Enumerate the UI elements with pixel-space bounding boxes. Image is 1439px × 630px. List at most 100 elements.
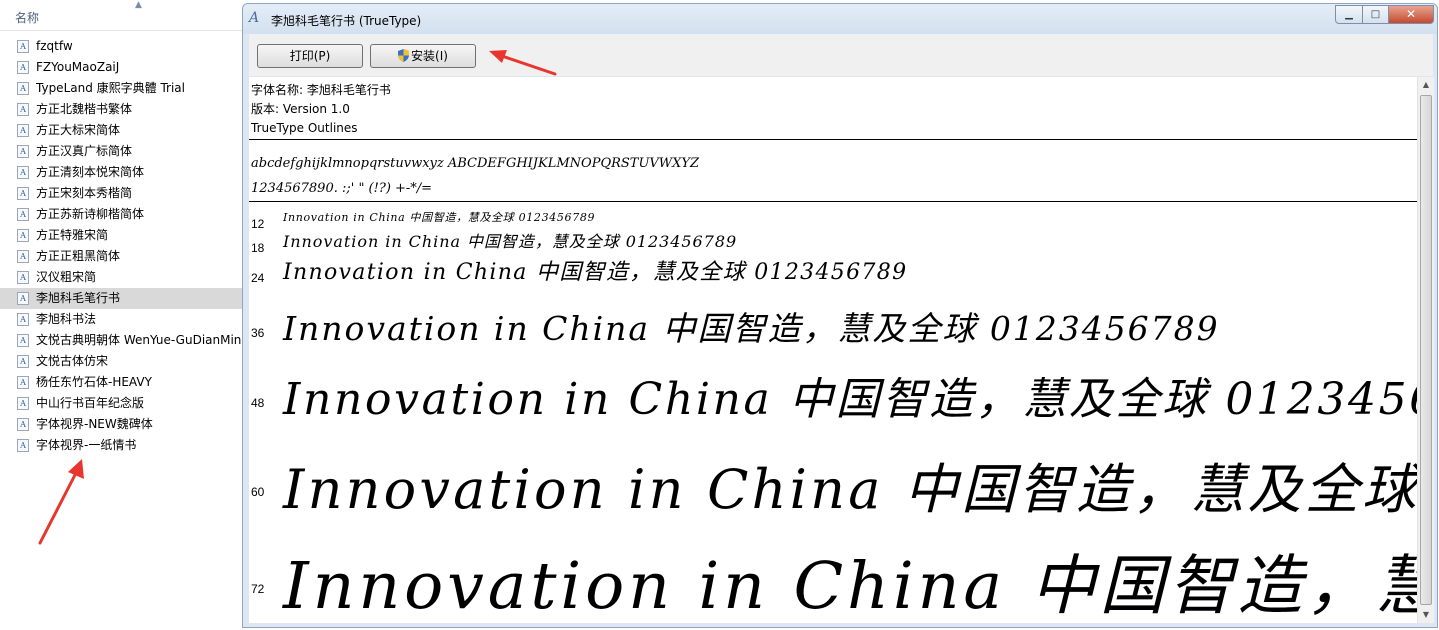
- charset-letters: abcdefghijklmnopqrstuvwxyz ABCDEFGHIJKLM…: [251, 156, 700, 171]
- font-file-icon: A: [17, 124, 29, 137]
- maximize-icon: □: [1370, 9, 1381, 20]
- font-file-name: 方正大标宋简体: [36, 123, 121, 137]
- font-file-icon: A: [17, 376, 29, 389]
- font-file-name: 方正清刻本悦宋简体: [36, 165, 145, 179]
- sample-size-label: 36: [251, 326, 265, 340]
- uac-shield-icon: [398, 49, 410, 62]
- scroll-down-icon[interactable]: ▼: [1418, 607, 1434, 623]
- font-app-icon: A: [249, 10, 260, 26]
- font-file-icon: A: [17, 271, 29, 284]
- font-file-item[interactable]: A 汉仪粗宋简: [0, 267, 244, 288]
- font-file-name: 字体视界-NEW魏碑体: [36, 417, 153, 431]
- font-name-line: 字体名称: 李旭科毛笔行书: [251, 83, 391, 97]
- window-title: 李旭科毛笔行书 (TrueType): [271, 14, 422, 28]
- font-file-icon: A: [17, 439, 29, 452]
- font-preview-pane: 字体名称: 李旭科毛笔行书 版本: Version 1.0 TrueType O…: [249, 77, 1417, 623]
- font-file-icon: A: [17, 355, 29, 368]
- vertical-scrollbar[interactable]: ▲ ▼: [1417, 77, 1434, 623]
- font-file-icon: A: [17, 292, 29, 305]
- font-file-item[interactable]: Afzqtfw: [0, 36, 244, 57]
- size-sample-row: 36 Innovation in China 中国智造，慧及全球 01234567…: [249, 299, 1417, 359]
- font-file-name: 方正正粗黑简体: [36, 249, 121, 263]
- font-file-icon: A: [17, 187, 29, 200]
- scroll-up-icon[interactable]: ▲: [1418, 77, 1434, 93]
- font-file-item[interactable]: A 文悦古典明朝体 WenYue-GuDianMing: [0, 330, 244, 351]
- font-file-item[interactable]: A TypeLand 康熙字典體 Trial: [0, 78, 244, 99]
- sample-size-label: 24: [251, 271, 265, 285]
- font-file-item[interactable]: A 字体视界-NEW魏碑体: [0, 414, 244, 435]
- font-file-name: 方正北魏楷书繁体: [36, 102, 133, 116]
- font-file-item[interactable]: A 方正汉真广标简体: [0, 141, 244, 162]
- font-file-item[interactable]: A 方正北魏楷书繁体: [0, 99, 244, 120]
- sample-text: Innovation in China 中国智造，慧及全球 0123456789: [283, 549, 1417, 623]
- sample-size-label: 48: [251, 396, 265, 410]
- minimize-icon: ▁: [1345, 9, 1353, 20]
- minimize-button[interactable]: ▁: [1335, 5, 1363, 24]
- column-header-label: 名称: [15, 11, 40, 25]
- font-file-name: 字体视界-一纸情书: [36, 438, 137, 452]
- install-button[interactable]: 安装(I): [370, 44, 476, 68]
- font-file-name: 文悦古典明朝体 WenYue-GuDianMing: [36, 333, 244, 347]
- font-info: 字体名称: 李旭科毛笔行书 版本: Version 1.0 TrueType O…: [251, 81, 391, 138]
- print-button[interactable]: 打印(P): [257, 44, 363, 68]
- font-file-icon: A: [17, 82, 29, 95]
- font-file-item[interactable]: A 文悦古体仿宋: [0, 351, 244, 372]
- font-file-name: 方正苏新诗柳楷简体: [36, 207, 145, 221]
- font-file-name: 杨任东竹石体-HEAVY: [36, 375, 152, 389]
- sort-up-icon: ▲: [135, 0, 142, 10]
- font-file-icon: A: [17, 166, 29, 179]
- font-file-name: FZYouMaoZaiJ: [36, 60, 120, 74]
- sample-size-label: 72: [251, 582, 265, 596]
- divider: [249, 139, 1417, 140]
- size-sample-row: 12 Innovation in China 中国智造，慧及全球 01234567…: [249, 207, 1417, 231]
- font-file-item[interactable]: A 方正大标宋简体: [0, 120, 244, 141]
- charset-digits-symbols: 1234567890. :;' " (!?) +-*/=: [251, 181, 433, 196]
- font-file-icon: A: [17, 61, 29, 74]
- font-file-icon: A: [17, 103, 29, 116]
- sample-text: Innovation in China 中国智造，慧及全球 0123456789: [283, 374, 1417, 425]
- divider: [249, 201, 1417, 202]
- font-file-item[interactable]: A 方正清刻本悦宋简体: [0, 162, 244, 183]
- size-sample-row: 24 Innovation in China 中国智造，慧及全球 01234567…: [249, 253, 1417, 293]
- font-file-list: Afzqtfw A FZYouMaoZaiJ A TypeLand 康熙字典體 Tria…: [0, 36, 244, 456]
- font-file-item[interactable]: A 方正正粗黑简体: [0, 246, 244, 267]
- font-file-item[interactable]: A FZYouMaoZaiJ: [0, 57, 244, 78]
- size-sample-row: 72 Innovation in China 中国智造，慧及全球 01234567…: [249, 532, 1417, 623]
- font-file-item[interactable]: A 方正特雅宋简: [0, 225, 244, 246]
- size-sample-row: 48 Innovation in China 中国智造，慧及全球 01234567…: [249, 362, 1417, 437]
- font-file-item[interactable]: A 李旭科书法: [0, 309, 244, 330]
- font-file-name: 方正宋刻本秀楷简: [36, 186, 133, 200]
- font-file-item[interactable]: A 李旭科毛笔行书: [0, 288, 244, 309]
- font-file-item[interactable]: A 杨任东竹石体-HEAVY: [0, 372, 244, 393]
- close-icon: ✕: [1405, 7, 1417, 21]
- font-file-icon: A: [17, 145, 29, 158]
- close-button[interactable]: ✕: [1388, 5, 1434, 24]
- font-viewer-window: A 李旭科毛笔行书 (TrueType) ▁ □ ✕ 打印(P) 安装(I) 字…: [242, 3, 1438, 628]
- font-file-name: 李旭科书法: [36, 312, 97, 326]
- font-file-icon: A: [17, 334, 29, 347]
- font-file-item[interactable]: A 方正苏新诗柳楷简体: [0, 204, 244, 225]
- maximize-button[interactable]: □: [1362, 5, 1389, 24]
- sample-text: Innovation in China 中国智造，慧及全球 0123456789: [283, 211, 596, 224]
- font-file-icon: A: [17, 208, 29, 221]
- font-file-name: fzqtfw: [36, 39, 73, 53]
- font-version-line: 版本: Version 1.0: [251, 102, 350, 116]
- sample-text: Innovation in China 中国智造，慧及全球 0123456789: [283, 458, 1417, 521]
- font-file-name: 方正特雅宋简: [36, 228, 109, 242]
- font-file-item[interactable]: A 字体视界-一纸情书: [0, 435, 244, 456]
- font-file-name: 汉仪粗宋简: [36, 270, 97, 284]
- sample-text: Innovation in China 中国智造，慧及全球 0123456789: [283, 309, 1220, 348]
- scrollbar-thumb[interactable]: [1420, 95, 1432, 605]
- font-file-icon: A: [17, 250, 29, 263]
- install-button-label: 安装(I): [411, 49, 448, 63]
- font-file-item[interactable]: A 中山行书百年纪念版: [0, 393, 244, 414]
- font-file-icon: A: [17, 418, 29, 431]
- font-file-name: TypeLand 康熙字典體 Trial: [36, 81, 185, 95]
- font-file-item[interactable]: A 方正宋刻本秀楷简: [0, 183, 244, 204]
- title-bar[interactable]: A 李旭科毛笔行书 (TrueType) ▁ □ ✕: [243, 4, 1437, 34]
- character-set-preview: abcdefghijklmnopqrstuvwxyz ABCDEFGHIJKLM…: [251, 151, 699, 201]
- font-file-icon: A: [17, 397, 29, 410]
- font-type-line: TrueType Outlines: [251, 121, 358, 135]
- font-file-name: 李旭科毛笔行书: [36, 291, 121, 305]
- column-header-name[interactable]: 名称 ▲: [0, 0, 244, 31]
